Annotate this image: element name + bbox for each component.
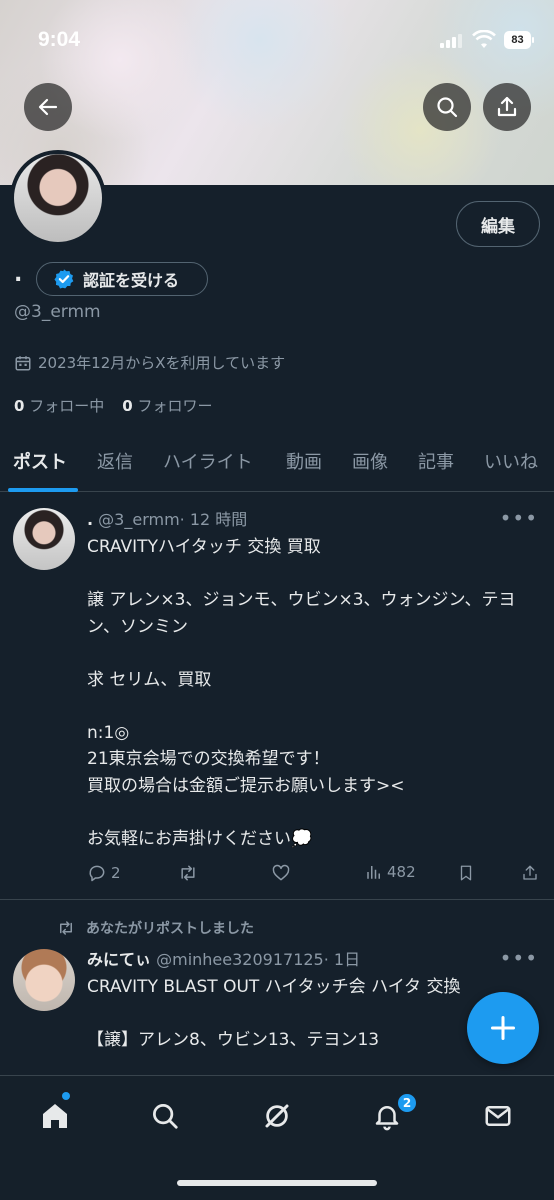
- edit-profile-button[interactable]: 編集: [456, 201, 540, 247]
- profile-avatar[interactable]: [10, 150, 106, 246]
- followers-count: 0: [122, 397, 133, 415]
- post-header: . @3_ermm· 12 時間: [87, 506, 537, 530]
- grok-icon: [265, 1104, 289, 1128]
- compose-button[interactable]: [467, 992, 539, 1064]
- post-more-button[interactable]: •••: [500, 946, 538, 970]
- post-author-name[interactable]: .: [87, 510, 93, 529]
- mail-icon: [485, 1106, 511, 1126]
- home-unread-dot: [62, 1092, 70, 1100]
- get-verified-label: 認証を受ける: [83, 271, 180, 290]
- plus-icon: [490, 1015, 516, 1041]
- nav-messages[interactable]: [478, 1096, 518, 1136]
- reply-count: 2: [111, 864, 121, 882]
- like-button[interactable]: [271, 863, 291, 883]
- status-time: 9:04: [38, 28, 81, 51]
- nav-grok[interactable]: [257, 1096, 297, 1136]
- active-tab-indicator: [8, 488, 78, 492]
- nav-home[interactable]: [35, 1096, 75, 1136]
- joined-date: 2023年12月からXを利用しています: [14, 352, 285, 373]
- post-text: CRAVITYハイタッチ 交換 買取 譲 アレン×3、ジョンモ、ウビン×3、ウォ…: [87, 537, 516, 849]
- analytics-icon: [367, 866, 380, 879]
- following-count: 0: [14, 397, 25, 415]
- tab-images[interactable]: 画像: [352, 448, 388, 474]
- repost-label: あなたがリポストしました: [86, 921, 254, 937]
- bookmark-icon: [460, 865, 472, 881]
- nav-search[interactable]: [145, 1096, 185, 1136]
- heart-icon: [272, 864, 290, 881]
- joined-date-text: 2023年12月からXを利用しています: [38, 354, 286, 372]
- following-link[interactable]: 0 フォロー中: [14, 395, 104, 416]
- post-author-name[interactable]: みにてぃ: [87, 950, 151, 969]
- profile-tabs: ポスト 返信 ハイライト 動画 画像 記事 いいね: [0, 440, 554, 492]
- share-icon: [497, 96, 517, 117]
- get-verified-button[interactable]: 認証を受ける: [36, 262, 208, 296]
- home-indicator: [177, 1180, 377, 1186]
- back-arrow-icon: [38, 98, 58, 116]
- reply-icon: [89, 865, 105, 882]
- cellular-signal-icon: [440, 34, 464, 48]
- status-bar: 9:04 83: [0, 0, 554, 80]
- avatar[interactable]: [13, 508, 75, 570]
- search-icon: [437, 97, 458, 118]
- repost-icon: [60, 921, 72, 935]
- following-label: フォロー中: [29, 397, 105, 415]
- follow-stats: 0 フォロー中 0 フォロワー: [14, 395, 212, 416]
- avatar[interactable]: [13, 949, 75, 1011]
- post-header: みにてぃ @minhee320917125· 1日: [87, 946, 537, 970]
- tab-videos[interactable]: 動画: [286, 448, 322, 474]
- repost-button[interactable]: [177, 863, 199, 883]
- divider: [0, 899, 554, 900]
- notification-badge: 2: [396, 1092, 418, 1114]
- reply-button[interactable]: 2: [87, 863, 121, 883]
- post-actions: 2 482: [87, 863, 542, 887]
- share-icon: [523, 865, 537, 880]
- back-button[interactable]: [24, 83, 72, 131]
- followers-link[interactable]: 0 フォロワー: [122, 395, 212, 416]
- profile-name: .: [14, 262, 23, 287]
- post-item[interactable]: . @3_ermm· 12 時間 CRAVITYハイタッチ 交換 買取 譲 アレ…: [0, 506, 554, 898]
- bookmark-button[interactable]: [457, 863, 475, 883]
- post-time: · 12 時間: [179, 510, 248, 529]
- wifi-icon: [472, 30, 496, 48]
- post-more-button[interactable]: •••: [500, 506, 538, 530]
- search-button[interactable]: [423, 83, 471, 131]
- view-count: 482: [387, 863, 416, 881]
- home-icon: [43, 1104, 67, 1128]
- post-time: · 1日: [323, 950, 361, 969]
- tab-replies[interactable]: 返信: [97, 448, 133, 474]
- post-share-button[interactable]: [521, 863, 539, 883]
- repost-indicator: あなたがリポストしました: [56, 918, 254, 938]
- tab-posts[interactable]: ポスト: [13, 448, 67, 474]
- share-button[interactable]: [483, 83, 531, 131]
- calendar-icon: [15, 355, 31, 370]
- search-icon: [153, 1104, 178, 1129]
- tab-likes[interactable]: いいね: [484, 448, 538, 474]
- repost-icon: [181, 865, 195, 881]
- post-author-handle[interactable]: @minhee320917125: [156, 950, 324, 969]
- followers-label: フォロワー: [137, 397, 213, 415]
- views-button[interactable]: 482: [365, 863, 416, 881]
- tab-highlights[interactable]: ハイライト: [163, 448, 253, 474]
- verified-badge-icon: [54, 269, 74, 289]
- post-author-handle[interactable]: @3_ermm: [98, 510, 180, 529]
- tab-articles[interactable]: 記事: [418, 448, 454, 474]
- battery-icon: 83: [504, 31, 534, 49]
- profile-handle: @3_ermm: [14, 302, 101, 322]
